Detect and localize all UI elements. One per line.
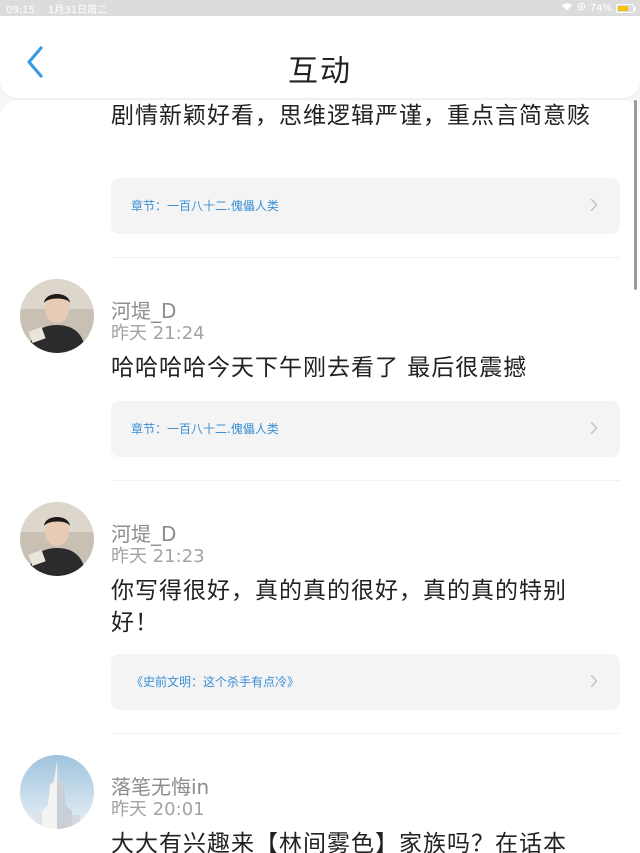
avatar[interactable] <box>20 755 94 829</box>
scrollbar[interactable] <box>634 100 637 290</box>
avatar[interactable] <box>20 279 94 353</box>
book-link[interactable]: 《史前文明：这个杀手有点冷》 <box>111 654 620 710</box>
status-bar: 09:15 1月31日周二 74% <box>0 0 640 16</box>
comment-time: 昨天 20:01 <box>111 799 205 820</box>
chevron-right-icon <box>590 197 598 216</box>
battery-percent: 74% <box>589 2 612 14</box>
comment-time: 昨天 21:24 <box>111 323 205 344</box>
chapter-link[interactable]: 章节：一百八十二.傀儡人类 <box>111 401 620 457</box>
chevron-right-icon <box>590 420 598 439</box>
page-title: 互动 <box>288 54 352 89</box>
comment-text: 大大有兴趣来【林间雾色】家族吗？在话本 <box>111 831 567 853</box>
wifi-icon <box>561 2 573 14</box>
divider <box>110 480 620 481</box>
battery-icon <box>616 3 636 13</box>
divider <box>110 733 620 734</box>
nav-bar: 互动 <box>0 16 640 98</box>
chapter-link[interactable]: 章节：一百八十二.傀儡人类 <box>111 178 620 234</box>
status-left: 09:15 1月31日周二 <box>6 1 117 16</box>
avatar[interactable] <box>20 502 94 576</box>
divider <box>110 257 620 258</box>
rotation-lock-icon <box>577 2 586 14</box>
status-date: 1月31日周二 <box>48 4 108 16</box>
comment-text: 哈哈哈哈今天下午刚去看了 最后很震撼 <box>111 355 528 381</box>
chapter-link-label: 章节：一百八十二.傀儡人类 <box>131 422 279 436</box>
chapter-link-label: 章节：一百八十二.傀儡人类 <box>131 199 279 213</box>
comment-text: 你写得很好，真的真的很好，真的真的特别好！ <box>111 578 567 636</box>
comment-text: 剧情新颖好看，思维逻辑严谨，重点言简意赅 <box>111 103 591 129</box>
comment-list[interactable]: 剧情新颖好看，思维逻辑严谨，重点言简意赅 章节：一百八十二.傀儡人类 河堤_D … <box>0 100 640 853</box>
comment-time: 昨天 21:23 <box>111 546 205 567</box>
status-time: 09:15 <box>6 4 35 16</box>
chevron-right-icon <box>590 673 598 692</box>
status-right: 74% <box>561 2 636 14</box>
book-link-label: 《史前文明：这个杀手有点冷》 <box>131 675 300 689</box>
